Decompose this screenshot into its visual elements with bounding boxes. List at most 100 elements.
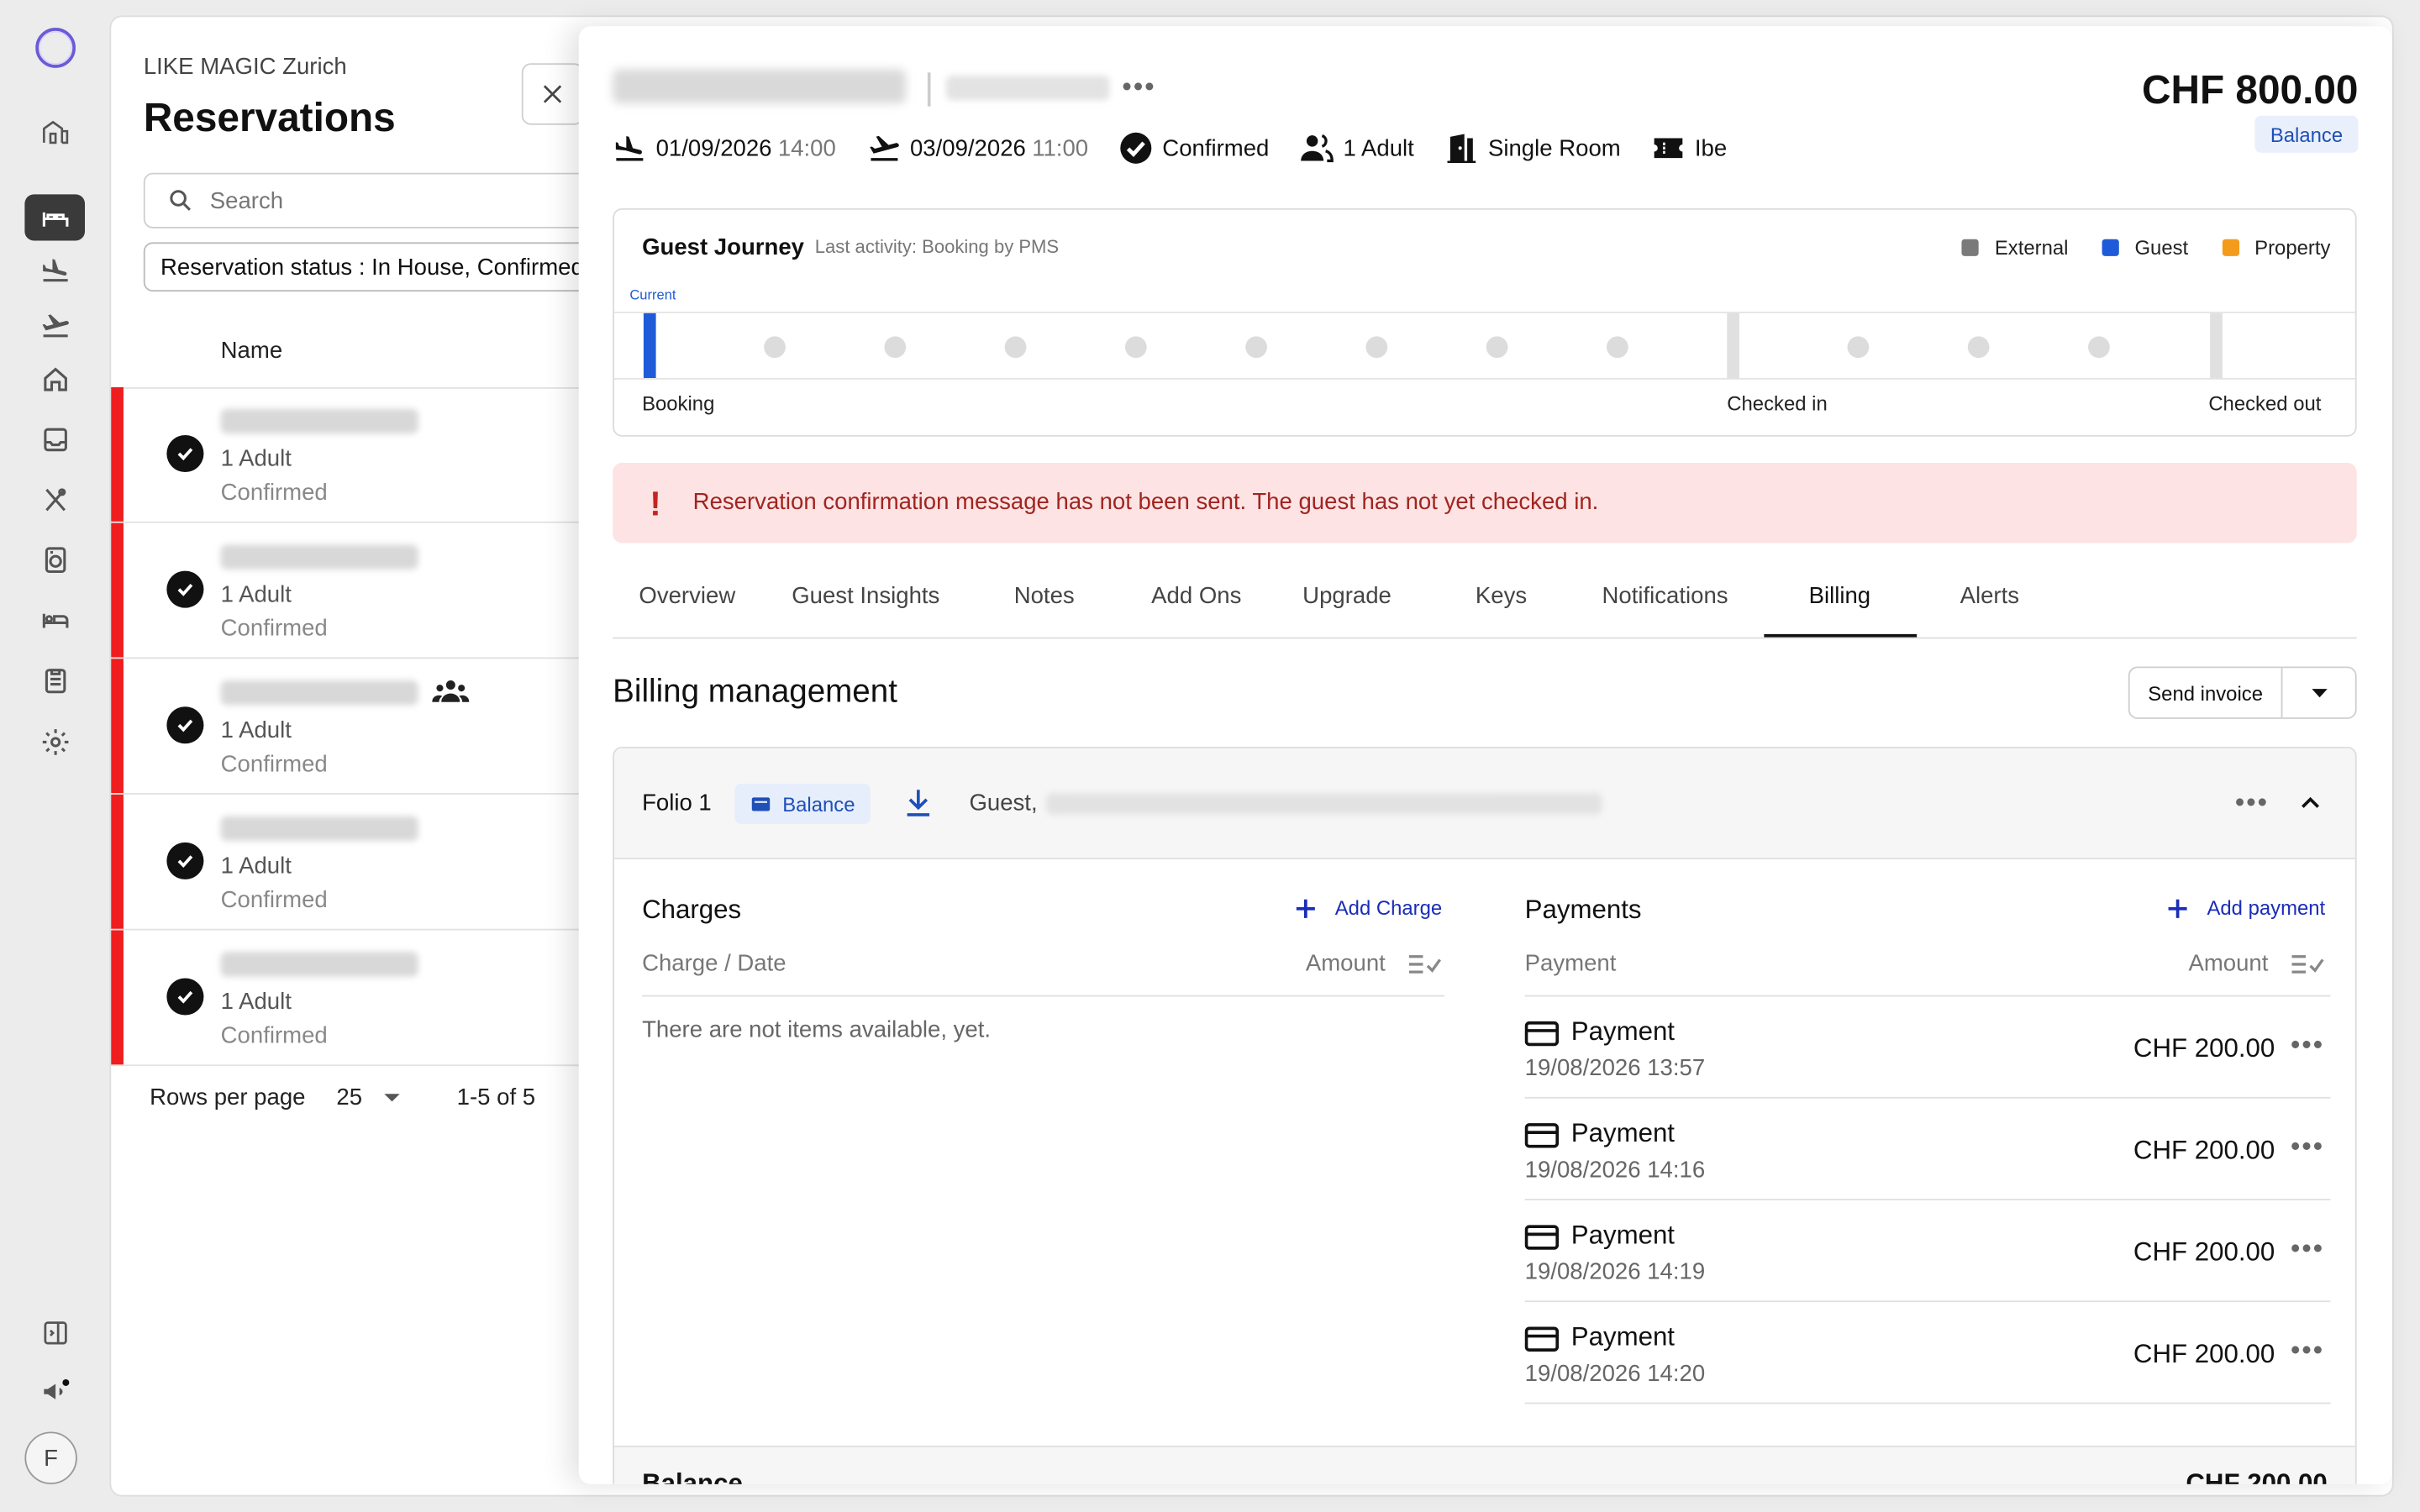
rows-per-page-select[interactable]: 25 <box>336 1084 400 1110</box>
reservation-row[interactable]: 1 Adult Confirmed <box>111 930 582 1067</box>
tab-overview[interactable]: Overview <box>639 583 735 609</box>
select-all-icon[interactable] <box>1407 950 1441 974</box>
journey-step[interactable] <box>1607 336 1628 359</box>
reservation-row[interactable]: 1 Adult Confirmed <box>111 522 582 659</box>
tab-alerts[interactable]: Alerts <box>1960 583 2019 609</box>
journey-step[interactable] <box>884 336 907 359</box>
rows-per-page-value: 25 <box>336 1084 363 1110</box>
payment-amount: CHF 200.00 <box>2133 1135 2275 1165</box>
page-title: Reservations <box>143 94 396 141</box>
journey-step[interactable] <box>1245 336 1267 359</box>
column-header-name[interactable]: Name <box>221 338 282 364</box>
payment-more-icon[interactable]: ••• <box>2291 1234 2324 1262</box>
row-adults: 1 Adult <box>220 853 292 879</box>
journey-step[interactable] <box>1847 336 1870 359</box>
guest-name-redacted <box>220 408 418 434</box>
warning-alert: ! Reservation confirmation message has n… <box>613 463 2357 543</box>
payment-row[interactable]: Payment 19/08/2026 13:57 CHF 200.00 ••• <box>1524 997 2331 1099</box>
arrival-plane-icon <box>615 136 644 161</box>
journey-step[interactable] <box>764 336 786 359</box>
tab-guest-insights[interactable]: Guest Insights <box>792 583 939 609</box>
payment-amount: CHF 200.00 <box>2133 1339 2275 1369</box>
departures-icon[interactable] <box>24 302 85 349</box>
clipboard-icon[interactable] <box>24 657 85 703</box>
room-info: Single Room <box>1445 131 1621 165</box>
reservation-row[interactable]: 1 Adult Confirmed <box>111 794 582 931</box>
restaurant-icon[interactable] <box>24 477 85 523</box>
guest-count: 1 Adult <box>1343 134 1414 161</box>
guests-info: 1 Adult <box>1300 131 1414 165</box>
folio-balance-tag: Balance <box>734 784 871 824</box>
payment-more-icon[interactable]: ••• <box>2291 1336 2324 1364</box>
tab-notes[interactable]: Notes <box>1014 583 1075 609</box>
folio-header[interactable]: Folio 1 Balance Guest, ••• <box>614 748 2355 860</box>
search-icon <box>170 190 191 211</box>
payment-row[interactable]: Payment 19/08/2026 14:19 CHF 200.00 ••• <box>1524 1200 2331 1303</box>
dashboard-icon[interactable] <box>24 108 85 155</box>
chevron-down-icon <box>2311 689 2327 698</box>
confirmed-check-icon <box>166 570 204 608</box>
door-icon <box>1447 134 1476 164</box>
title-separator <box>927 72 931 107</box>
payment-row[interactable]: Payment 19/08/2026 14:16 CHF 200.00 ••• <box>1524 1099 2331 1200</box>
send-invoice-button[interactable]: Send invoice <box>2130 668 2283 718</box>
active-tab-indicator <box>1764 633 1918 638</box>
row-status: Confirmed <box>220 887 328 914</box>
send-invoice-menu-button[interactable] <box>2282 668 2354 717</box>
tab-upgrade[interactable]: Upgrade <box>1302 583 1392 609</box>
search-input[interactable]: Search <box>143 172 607 228</box>
payment-date: 19/08/2026 14:19 <box>1524 1258 1706 1285</box>
folio-name: Folio 1 <box>642 790 712 816</box>
row-adults: 1 Adult <box>220 717 292 744</box>
room-type: Single Room <box>1487 134 1621 161</box>
journey-step[interactable] <box>1967 336 1990 359</box>
journey-step[interactable] <box>1124 336 1147 359</box>
laundry-icon[interactable] <box>24 537 85 583</box>
app-logo[interactable] <box>35 28 76 68</box>
reservation-row[interactable]: 1 Adult Confirmed <box>111 387 582 523</box>
payment-more-icon[interactable]: ••• <box>2291 1132 2324 1160</box>
charges-title: Charges <box>642 895 742 925</box>
inbox-icon[interactable] <box>24 417 85 463</box>
more-options-icon[interactable]: ••• <box>1122 72 1155 100</box>
select-all-icon[interactable] <box>2291 950 2324 974</box>
journey-step[interactable] <box>1365 336 1388 359</box>
payment-more-icon[interactable]: ••• <box>2291 1031 2324 1058</box>
departure-date: 03/09/2026 <box>909 134 1026 161</box>
journey-step[interactable] <box>1004 336 1027 359</box>
journey-step[interactable] <box>2088 336 2110 359</box>
collapse-sidebar-icon[interactable] <box>24 1310 85 1356</box>
departure-time: 11:00 <box>1032 134 1089 161</box>
status-filter-chip[interactable]: Reservation status : In House, Confirmed <box>143 242 607 292</box>
add-charge-button[interactable]: Add Charge <box>1295 896 1442 920</box>
tab-add-ons[interactable]: Add Ons <box>1151 583 1241 609</box>
payment-row[interactable]: Payment 19/08/2026 14:20 CHF 200.00 ••• <box>1524 1302 2331 1404</box>
arrival-info: 01/09/2026 14:00 <box>613 131 836 165</box>
settings-gear-icon[interactable] <box>24 719 85 765</box>
user-avatar[interactable]: F <box>24 1431 77 1484</box>
folio-balance-amount: CHF 200.00 <box>2186 1468 2328 1484</box>
folio-card: Folio 1 Balance Guest, ••• Charges Add C… <box>613 746 2357 1484</box>
folio-more-icon[interactable]: ••• <box>2235 789 2269 816</box>
guest-name-redacted <box>220 680 418 706</box>
tab-billing[interactable]: Billing <box>1809 583 1871 609</box>
add-payment-button[interactable]: Add payment <box>2167 896 2325 920</box>
send-invoice-split-button: Send invoice <box>2128 666 2357 719</box>
row-adults: 1 Adult <box>220 581 292 608</box>
journey-step[interactable] <box>1486 336 1508 359</box>
close-drawer-button[interactable] <box>521 63 584 125</box>
stage-checked-out: Checked out <box>2208 391 2322 416</box>
credit-card-icon <box>1524 1123 1560 1148</box>
home-icon[interactable] <box>24 356 85 402</box>
row-status: Confirmed <box>220 751 328 778</box>
download-icon[interactable] <box>904 787 932 818</box>
tab-notifications[interactable]: Notifications <box>1602 583 1728 609</box>
tab-keys[interactable]: Keys <box>1476 583 1527 609</box>
reservation-row[interactable]: 1 Adult Confirmed <box>111 659 582 795</box>
chevron-up-icon[interactable] <box>2300 791 2322 813</box>
arrivals-icon[interactable] <box>24 247 85 293</box>
rooms-bed-icon[interactable] <box>24 597 85 643</box>
journey-track <box>614 312 2355 380</box>
announcements-megaphone-icon[interactable] <box>24 1368 85 1415</box>
reservations-bed-icon[interactable] <box>24 194 86 241</box>
